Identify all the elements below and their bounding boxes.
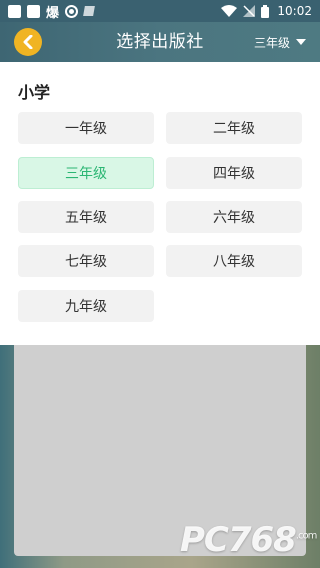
grade-option-label: 八年级	[213, 254, 255, 270]
grade-option-label: 二年级	[213, 121, 255, 137]
grade-option-label: 四年级	[213, 166, 255, 182]
status-bar: 爆 10:02	[0, 0, 320, 22]
grade-option-selected[interactable]: 三年级	[18, 157, 154, 189]
grade-option-label: 三年级	[65, 166, 107, 182]
wifi-icon	[221, 5, 238, 17]
square-icon	[27, 4, 40, 18]
grade-option[interactable]: 二年级	[166, 112, 302, 144]
caret-down-icon	[296, 39, 306, 45]
grade-option[interactable]: 九年级	[18, 290, 154, 322]
grade-dropdown-label: 三年级	[253, 35, 290, 50]
grade-option[interactable]: 六年级	[166, 201, 302, 233]
grade-option[interactable]: 一年级	[18, 112, 154, 144]
status-time: 10:02	[277, 4, 312, 18]
status-left-icons: 爆	[8, 2, 95, 21]
watermark-logo: PC768.com	[180, 520, 318, 560]
grade-popup: 小学 一年级 二年级 三年级 四年级 五年级 六年级 七年级 八年级 九年级	[0, 62, 320, 345]
top-bar: 选择出版社 三年级	[0, 22, 320, 62]
status-glyph: 爆	[46, 5, 60, 21]
target-icon	[65, 4, 79, 18]
album-icon	[83, 6, 95, 16]
grade-option[interactable]: 四年级	[166, 157, 302, 189]
grade-option-label: 一年级	[65, 121, 107, 137]
grade-option-label: 九年级	[65, 299, 107, 315]
grade-option-label: 五年级	[65, 210, 107, 226]
status-right-icons: 10:02	[221, 4, 312, 18]
grade-dropdown[interactable]: 三年级	[254, 22, 306, 62]
grade-option-label: 六年级	[213, 210, 255, 226]
watermark-text: PC768	[180, 520, 297, 560]
section-title: 小学	[18, 83, 51, 102]
watermark-subtext: .com	[295, 530, 318, 542]
grade-option-label: 七年级	[65, 254, 107, 270]
signal-icon	[243, 5, 256, 17]
grade-option[interactable]: 八年级	[166, 245, 302, 277]
square-icon	[8, 4, 21, 18]
grade-option[interactable]: 五年级	[18, 201, 154, 233]
grade-option[interactable]: 七年级	[18, 245, 154, 277]
battery-icon	[261, 4, 270, 18]
